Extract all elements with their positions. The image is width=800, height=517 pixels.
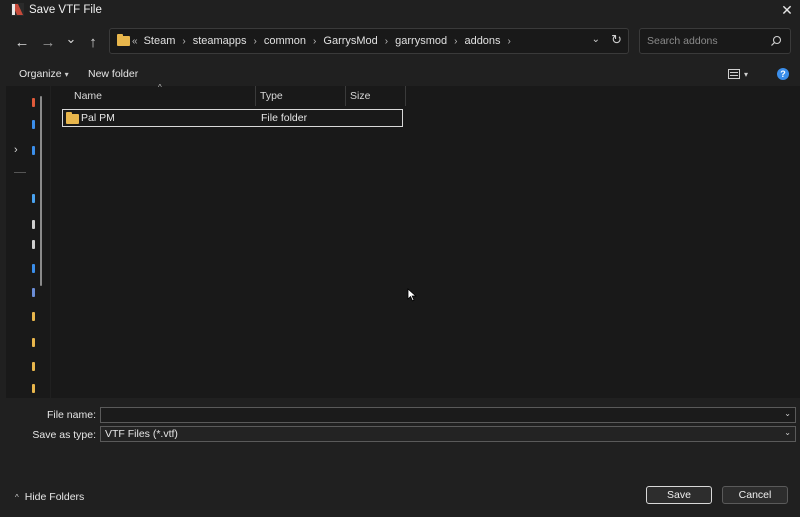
folder-icon[interactable] bbox=[32, 312, 35, 321]
hide-folders-label: Hide Folders bbox=[24, 491, 85, 503]
column-header-name[interactable]: Name bbox=[74, 86, 102, 106]
chevron-right-icon[interactable]: › bbox=[508, 36, 511, 47]
nav-divider bbox=[14, 172, 26, 173]
save-button[interactable]: Save bbox=[646, 486, 712, 504]
refresh-icon[interactable]: ↻ bbox=[611, 32, 622, 48]
back-arrow-icon: ← bbox=[14, 33, 30, 51]
app-icon bbox=[11, 3, 24, 16]
organize-button[interactable]: Organize ▾ bbox=[19, 68, 69, 80]
sort-ascending-icon: ^ bbox=[158, 83, 162, 92]
nav-scrollbar[interactable] bbox=[40, 96, 42, 286]
file-row-pal-pm[interactable]: Pal PM File folder bbox=[62, 109, 403, 127]
folder-icon bbox=[117, 34, 130, 46]
breadcrumb-steam[interactable]: Steam bbox=[144, 35, 176, 47]
chevron-down-icon[interactable]: ⌄ bbox=[784, 428, 791, 437]
column-divider[interactable] bbox=[255, 86, 256, 106]
breadcrumb: « Steam › steamapps › common › GarrysMod… bbox=[132, 35, 518, 47]
up-arrow-icon: ↑ bbox=[89, 33, 97, 51]
breadcrumb-garrysmod-root[interactable]: GarrysMod bbox=[323, 35, 377, 47]
chevron-down-icon[interactable]: ⌄ bbox=[784, 409, 791, 418]
view-options-button[interactable]: ▾ bbox=[728, 67, 758, 81]
chevron-down-icon: ⌄ bbox=[65, 31, 77, 46]
file-name: Pal PM bbox=[81, 112, 115, 124]
navigation-bar: ← → ⌄ ↑ « Steam › steamapps › common › G… bbox=[0, 22, 800, 62]
save-as-type-value: VTF Files (*.vtf) bbox=[105, 428, 178, 440]
new-folder-button[interactable]: New folder bbox=[88, 68, 138, 80]
up-button[interactable]: ↑ bbox=[82, 31, 104, 53]
navigation-pane[interactable]: › bbox=[6, 86, 50, 398]
chevron-right-icon[interactable]: › bbox=[182, 36, 185, 47]
chevron-right-icon[interactable]: › bbox=[254, 36, 257, 47]
gallery-icon[interactable] bbox=[32, 120, 35, 129]
music-icon[interactable] bbox=[32, 288, 35, 297]
search-icon[interactable] bbox=[770, 35, 782, 47]
address-dropdown-icon[interactable]: ⌄ bbox=[592, 34, 600, 45]
forward-arrow-icon: → bbox=[40, 33, 56, 51]
file-list[interactable]: Name ^ Type Size Pal PM File folder bbox=[51, 83, 800, 398]
folder-icon bbox=[66, 112, 79, 124]
breadcrumb-common[interactable]: common bbox=[264, 35, 306, 47]
save-form: File name: ⌄ Save as type: VTF Files (*.… bbox=[0, 398, 800, 517]
folder-icon[interactable] bbox=[32, 338, 35, 347]
file-name-field[interactable]: ⌄ bbox=[100, 407, 796, 423]
search-placeholder: Search addons bbox=[647, 35, 718, 47]
breadcrumb-addons[interactable]: addons bbox=[464, 35, 500, 47]
onedrive-icon[interactable] bbox=[32, 146, 35, 155]
breadcrumb-garrysmod[interactable]: garrysmod bbox=[395, 35, 447, 47]
chevron-right-icon[interactable]: › bbox=[14, 144, 18, 156]
chevron-right-icon[interactable]: › bbox=[454, 36, 457, 47]
chevron-down-icon: ▾ bbox=[64, 70, 69, 79]
folder-icon[interactable] bbox=[32, 362, 35, 371]
column-divider[interactable] bbox=[345, 86, 346, 106]
organize-label: Organize bbox=[19, 68, 62, 80]
command-bar: Organize ▾ New folder ▾ ? bbox=[0, 62, 800, 86]
downloads-icon[interactable] bbox=[32, 220, 35, 229]
close-button[interactable]: ✕ bbox=[774, 0, 800, 20]
column-header-type[interactable]: Type bbox=[260, 86, 283, 106]
details-view-icon bbox=[728, 69, 740, 79]
column-divider[interactable] bbox=[405, 86, 406, 106]
recent-locations-button[interactable]: ⌄ bbox=[60, 28, 82, 50]
close-icon: ✕ bbox=[781, 1, 793, 18]
breadcrumb-overflow[interactable]: « bbox=[132, 36, 138, 47]
mouse-cursor-icon bbox=[407, 288, 417, 302]
home-icon[interactable] bbox=[32, 98, 35, 107]
documents-icon[interactable] bbox=[32, 240, 35, 249]
folder-icon[interactable] bbox=[32, 384, 35, 393]
chevron-up-icon: ^ bbox=[15, 492, 19, 502]
desktop-icon[interactable] bbox=[32, 194, 35, 203]
save-as-type-select[interactable]: VTF Files (*.vtf) ⌄ bbox=[100, 426, 796, 442]
window-title: Save VTF File bbox=[29, 4, 102, 16]
chevron-down-icon: ▾ bbox=[744, 69, 749, 79]
search-input[interactable]: Search addons bbox=[639, 28, 791, 54]
breadcrumb-steamapps[interactable]: steamapps bbox=[193, 35, 247, 47]
chevron-right-icon[interactable]: › bbox=[385, 36, 388, 47]
title-bar: Save VTF File ✕ bbox=[0, 0, 800, 20]
forward-button[interactable]: → bbox=[37, 31, 59, 53]
chevron-right-icon[interactable]: › bbox=[313, 36, 316, 47]
pictures-icon[interactable] bbox=[32, 264, 35, 273]
file-name-label: File name: bbox=[46, 409, 96, 421]
back-button[interactable]: ← bbox=[11, 31, 33, 53]
address-bar[interactable]: « Steam › steamapps › common › GarrysMod… bbox=[109, 28, 629, 54]
save-as-type-label: Save as type: bbox=[32, 429, 96, 441]
help-button[interactable]: ? bbox=[777, 68, 789, 80]
column-header-size[interactable]: Size bbox=[350, 86, 370, 106]
hide-folders-button[interactable]: ^ Hide Folders bbox=[15, 491, 84, 503]
file-type: File folder bbox=[261, 112, 308, 124]
cancel-button[interactable]: Cancel bbox=[722, 486, 788, 504]
